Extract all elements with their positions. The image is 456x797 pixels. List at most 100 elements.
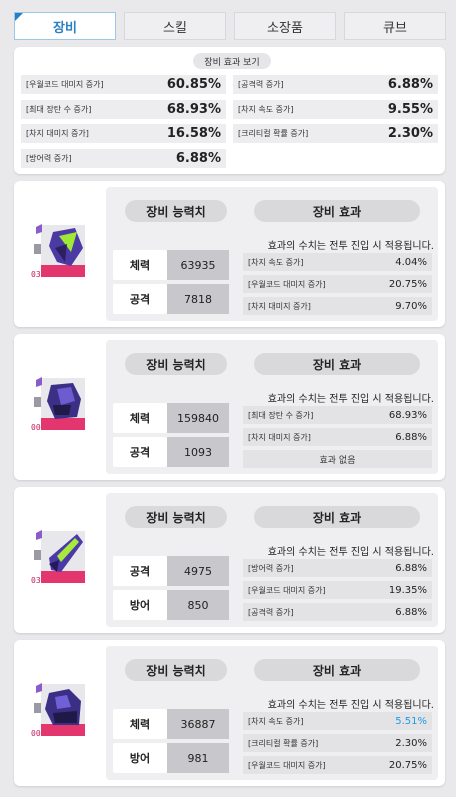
equipment-icon[interactable]: 00: [31, 375, 88, 433]
equipment-card: 00 장비 능력치 장비 효과 체력 36887 방어 981 효과의 수치는 …: [14, 640, 445, 786]
stats-header: 장비 능력치: [125, 353, 227, 375]
summary-value: 60.85%: [166, 77, 221, 92]
equipment-card: 03 장비 능력치 장비 효과 공격 4975 방어 850 효과의 수치는 전…: [14, 487, 445, 633]
equipment-level: 03: [31, 270, 41, 279]
effect-value: 9.70%: [395, 300, 427, 312]
stat-label: 공격: [113, 556, 167, 586]
equipment-panel: 장비 능력치 장비 효과 체력 159840 공격 1093 효과의 수치는 전…: [106, 340, 438, 474]
effect-note: 효과의 수치는 전투 진입 시 적용됩니다.: [267, 547, 434, 558]
summary-title[interactable]: 장비 효과 보기: [193, 53, 271, 69]
effect-value: 19.35%: [388, 584, 427, 596]
effects-header: 장비 효과: [254, 200, 420, 222]
tab-cube[interactable]: 큐브: [344, 12, 446, 40]
summary-label: [우월코드 대미지 증가]: [26, 80, 104, 89]
equipment-level: 00: [31, 729, 41, 738]
equipment-card: 03 장비 능력치 장비 효과 체력 63935 공격 7818 효과의 수치는…: [14, 181, 445, 327]
effect-note: 효과의 수치는 전투 진입 시 적용됩니다.: [267, 700, 434, 711]
effect-row-empty: 효과 없음: [243, 450, 432, 468]
stat-value: 63935: [167, 250, 229, 280]
summary-label: [차지 속도 증가]: [238, 105, 294, 114]
stat-value: 4975: [167, 556, 229, 586]
summary-label: [공격력 증가]: [238, 80, 284, 89]
effect-label: [차지 대미지 증가]: [248, 432, 311, 442]
effect-value: 6.88%: [395, 606, 427, 618]
equipment-icon[interactable]: 00: [31, 681, 88, 739]
summary-row: [공격력 증가] 6.88%: [233, 75, 438, 94]
tab-bar: 장비 스킬 소장품 큐브: [14, 12, 446, 40]
summary-value: 68.93%: [166, 102, 221, 117]
effect-value: 5.51%: [395, 715, 427, 727]
stat-value: 850: [167, 590, 229, 620]
effect-label: [공격력 증가]: [248, 607, 294, 617]
effects-header: 장비 효과: [254, 659, 420, 681]
effect-row: [우월코드 대미지 증가] 20.75%: [243, 756, 432, 774]
equipment-panel: 장비 능력치 장비 효과 체력 63935 공격 7818 효과의 수치는 전투…: [106, 187, 438, 321]
stat-label: 체력: [113, 250, 167, 280]
stat-value: 7818: [167, 284, 229, 314]
equipment-level: 00: [31, 423, 41, 432]
equipment-icon[interactable]: 03: [31, 528, 88, 586]
effect-label: [최대 장탄 수 증가]: [248, 410, 314, 420]
effects-header: 장비 효과: [254, 506, 420, 528]
equipment-level: 03: [31, 576, 41, 585]
effect-row: [공격력 증가] 6.88%: [243, 603, 432, 621]
effect-label: [방어력 증가]: [248, 563, 294, 573]
stat-label: 방어: [113, 743, 167, 773]
equipment-card: 00 장비 능력치 장비 효과 체력 159840 공격 1093 효과의 수치…: [14, 334, 445, 480]
effect-label: [크리티컬 확률 증가]: [248, 738, 319, 748]
effect-row: [크리티컬 확률 증가] 2.30%: [243, 734, 432, 752]
stat-value: 36887: [167, 709, 229, 739]
summary-value: 6.88%: [175, 151, 221, 166]
effect-row: [우월코드 대미지 증가] 19.35%: [243, 581, 432, 599]
effect-label: [우월코드 대미지 증가]: [248, 279, 326, 289]
effect-note: 효과의 수치는 전투 진입 시 적용됩니다.: [267, 394, 434, 405]
stat-label: 공격: [113, 437, 167, 467]
effect-value: 4.04%: [395, 256, 427, 268]
equipment-panel: 장비 능력치 장비 효과 공격 4975 방어 850 효과의 수치는 전투 진…: [106, 493, 438, 627]
summary-label: [차지 대미지 증가]: [26, 129, 89, 138]
stats-header: 장비 능력치: [125, 200, 227, 222]
stats-header: 장비 능력치: [125, 659, 227, 681]
effect-value: 2.30%: [395, 737, 427, 749]
effect-empty-label: 효과 없음: [319, 455, 356, 466]
effect-value: 20.75%: [388, 278, 427, 290]
equipment-effect-summary: 장비 효과 보기 [우월코드 대미지 증가] 60.85% [최대 장탄 수 증…: [14, 47, 445, 174]
effect-value: 68.93%: [388, 409, 427, 421]
effect-row: [방어력 증가] 6.88%: [243, 559, 432, 577]
summary-row: [최대 장탄 수 증가] 68.93%: [21, 100, 226, 119]
effect-row: [차지 대미지 증가] 6.88%: [243, 428, 432, 446]
summary-row: [차지 속도 증가] 9.55%: [233, 100, 438, 119]
summary-value: 9.55%: [387, 102, 433, 117]
summary-value: 16.58%: [166, 126, 221, 141]
effect-label: [차지 속도 증가]: [248, 716, 304, 726]
stat-value: 1093: [167, 437, 229, 467]
effect-value: 6.88%: [395, 431, 427, 443]
effect-label: [우월코드 대미지 증가]: [248, 760, 326, 770]
effect-row: [차지 속도 증가] 4.04%: [243, 253, 432, 271]
summary-value: 2.30%: [387, 126, 433, 141]
summary-label: [크리티컬 확률 증가]: [238, 129, 309, 138]
equipment-panel: 장비 능력치 장비 효과 체력 36887 방어 981 효과의 수치는 전투 …: [106, 646, 438, 780]
effect-value: 6.88%: [395, 562, 427, 574]
effect-label: [우월코드 대미지 증가]: [248, 585, 326, 595]
tab-skill[interactable]: 스킬: [124, 12, 226, 40]
summary-label: [최대 장탄 수 증가]: [26, 105, 92, 114]
stat-label: 공격: [113, 284, 167, 314]
effect-row: [최대 장탄 수 증가] 68.93%: [243, 406, 432, 424]
effect-note: 효과의 수치는 전투 진입 시 적용됩니다.: [267, 241, 434, 252]
summary-label: [방어력 증가]: [26, 154, 72, 163]
summary-row: [방어력 증가] 6.88%: [21, 149, 226, 168]
equipment-icon[interactable]: 03: [31, 222, 88, 280]
effect-label: [차지 대미지 증가]: [248, 301, 311, 311]
effects-header: 장비 효과: [254, 353, 420, 375]
stat-value: 981: [167, 743, 229, 773]
tab-collection[interactable]: 소장품: [234, 12, 336, 40]
stats-header: 장비 능력치: [125, 506, 227, 528]
tab-equipment[interactable]: 장비: [14, 12, 116, 40]
summary-row: [우월코드 대미지 증가] 60.85%: [21, 75, 226, 94]
stat-label: 방어: [113, 590, 167, 620]
summary-row: [크리티컬 확률 증가] 2.30%: [233, 124, 438, 143]
summary-value: 6.88%: [387, 77, 433, 92]
effect-label: [차지 속도 증가]: [248, 257, 304, 267]
stat-label: 체력: [113, 403, 167, 433]
